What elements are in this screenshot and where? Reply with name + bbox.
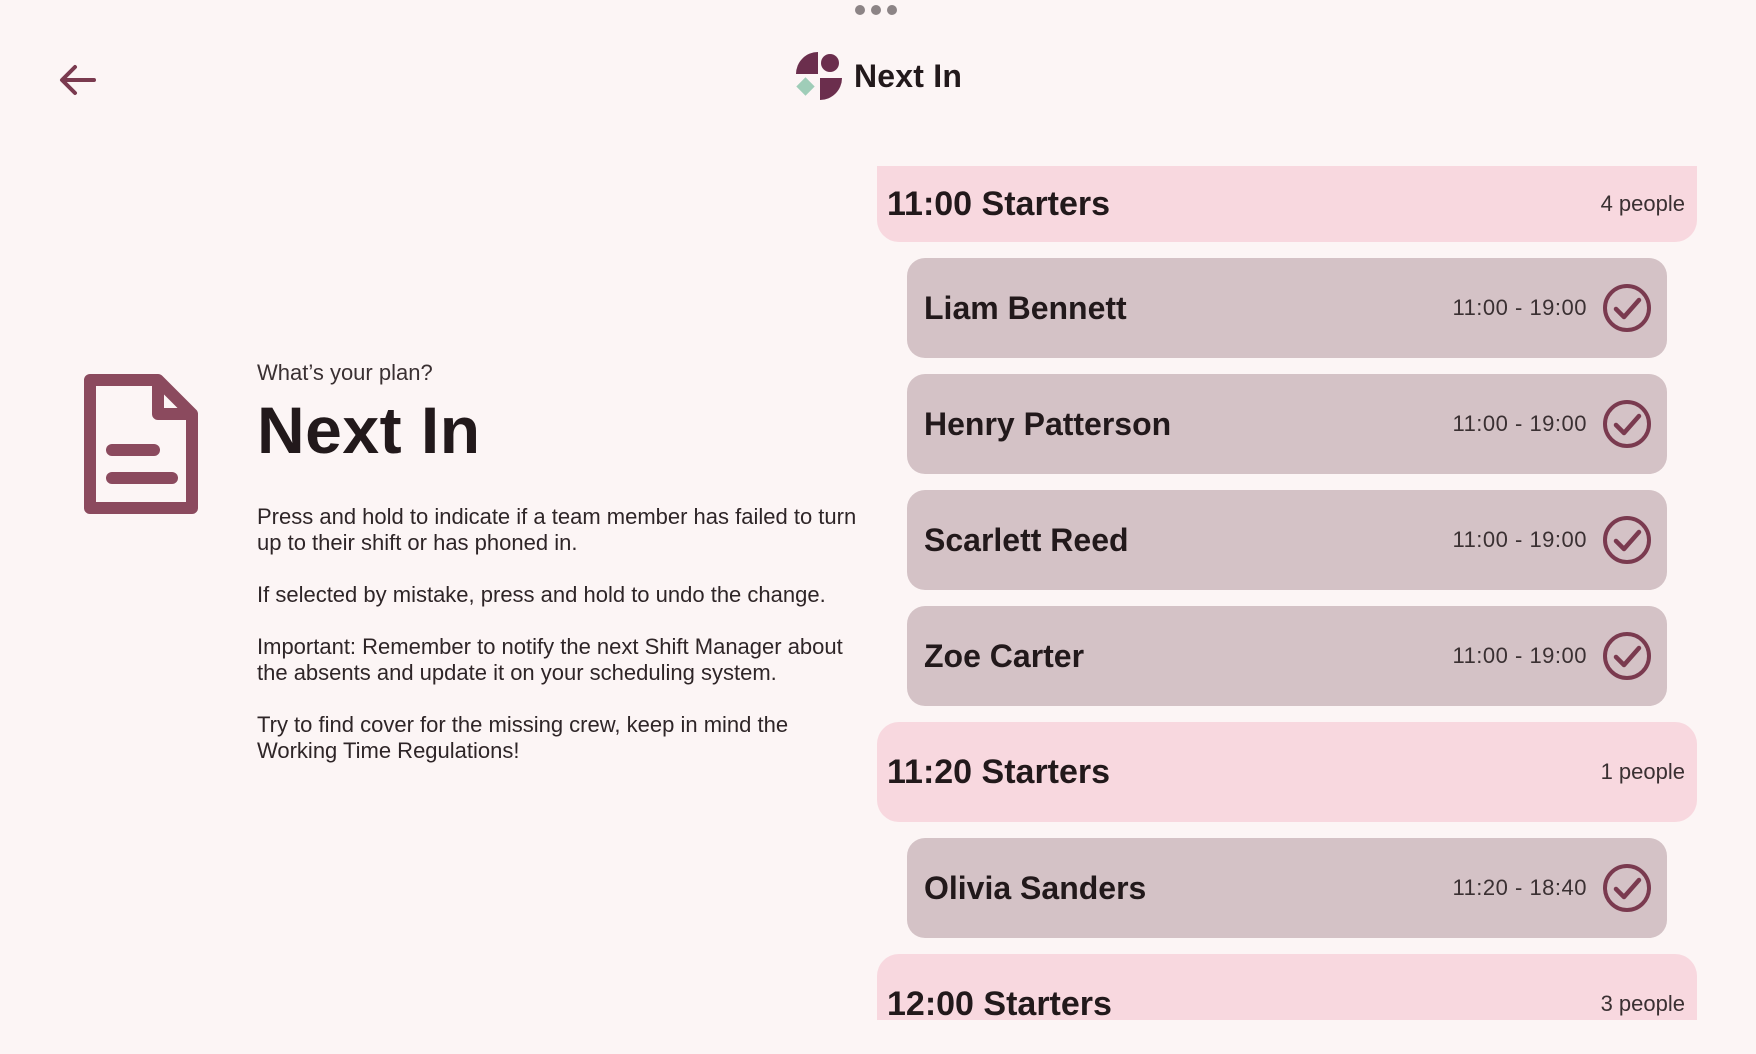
dot bbox=[855, 5, 865, 15]
instruction-paragraph: Important: Remember to notify the next S… bbox=[257, 634, 843, 685]
instruction-paragraph: If selected by mistake, press and hold t… bbox=[257, 582, 826, 607]
member-card[interactable]: Zoe Carter 11:00 - 19:00 bbox=[907, 606, 1667, 706]
member-name: Henry Patterson bbox=[924, 405, 1172, 442]
check-circle-icon bbox=[1603, 632, 1651, 680]
member-shift: 11:00 - 19:00 bbox=[1452, 514, 1653, 566]
document-icon bbox=[82, 372, 200, 521]
member-shift: 11:20 - 18:40 bbox=[1452, 862, 1653, 914]
shift-time: 11:00 - 19:00 bbox=[1452, 411, 1587, 436]
shift-time: 11:00 - 19:00 bbox=[1452, 643, 1587, 668]
check-circle-icon bbox=[1603, 400, 1651, 448]
member-card[interactable]: Henry Patterson 11:00 - 19:00 bbox=[907, 374, 1667, 474]
member-shift: 11:00 - 19:00 bbox=[1452, 630, 1653, 682]
back-button[interactable] bbox=[50, 52, 106, 108]
member-name: Zoe Carter bbox=[924, 637, 1085, 674]
member-card[interactable]: Scarlett Reed 11:00 - 19:00 bbox=[907, 490, 1667, 590]
intro-panel: What’s your plan? Next In Press and hold… bbox=[257, 360, 857, 952]
starters-list[interactable]: 11:00 Starters 4 people Liam Bennett 11:… bbox=[877, 166, 1697, 1020]
instructions-scroll[interactable]: Press and hold to indicate if a team mem… bbox=[257, 504, 857, 952]
dot bbox=[887, 5, 897, 15]
member-shift: 11:00 - 19:00 bbox=[1452, 282, 1653, 334]
page-title: Next In bbox=[257, 393, 481, 467]
shift-time: 11:00 - 19:00 bbox=[1452, 527, 1587, 552]
app-logo-icon bbox=[796, 52, 842, 100]
app-title: Next In bbox=[854, 57, 963, 94]
arrow-left-icon bbox=[60, 65, 96, 95]
app-header: Next In bbox=[792, 50, 962, 102]
dot bbox=[871, 5, 881, 15]
group-count: 3 people bbox=[1600, 991, 1685, 1016]
member-card[interactable]: Liam Bennett 11:00 - 19:00 bbox=[907, 258, 1667, 358]
shift-time: 11:00 - 19:00 bbox=[1452, 295, 1587, 320]
drag-handle[interactable] bbox=[855, 5, 897, 15]
intro-subtitle: What’s your plan? bbox=[257, 360, 433, 385]
member-card[interactable]: Olivia Sanders 11:20 - 18:40 bbox=[907, 838, 1667, 938]
group-header: 11:20 Starters 1 people bbox=[877, 722, 1697, 822]
member-name: Olivia Sanders bbox=[924, 869, 1147, 906]
member-name: Liam Bennett bbox=[924, 289, 1127, 326]
group-header: 11:00 Starters 4 people bbox=[877, 166, 1697, 242]
check-circle-icon bbox=[1603, 284, 1651, 332]
group-title: 12:00 Starters bbox=[887, 984, 1112, 1021]
shift-time: 11:20 - 18:40 bbox=[1452, 875, 1587, 900]
instruction-paragraph: Try to find cover for the missing crew, … bbox=[257, 712, 789, 763]
check-circle-icon bbox=[1603, 864, 1651, 912]
check-circle-icon bbox=[1603, 516, 1651, 564]
group-count: 1 people bbox=[1600, 759, 1685, 784]
member-shift: 11:00 - 19:00 bbox=[1452, 398, 1653, 450]
group-title: 11:20 Starters bbox=[887, 752, 1111, 791]
member-name: Scarlett Reed bbox=[924, 521, 1129, 558]
group-header: 12:00 Starters 3 people bbox=[877, 954, 1697, 1020]
instruction-paragraph: Press and hold to indicate if a team mem… bbox=[257, 504, 857, 555]
group-count: 4 people bbox=[1600, 191, 1685, 216]
group-title: 11:00 Starters bbox=[887, 184, 1111, 223]
